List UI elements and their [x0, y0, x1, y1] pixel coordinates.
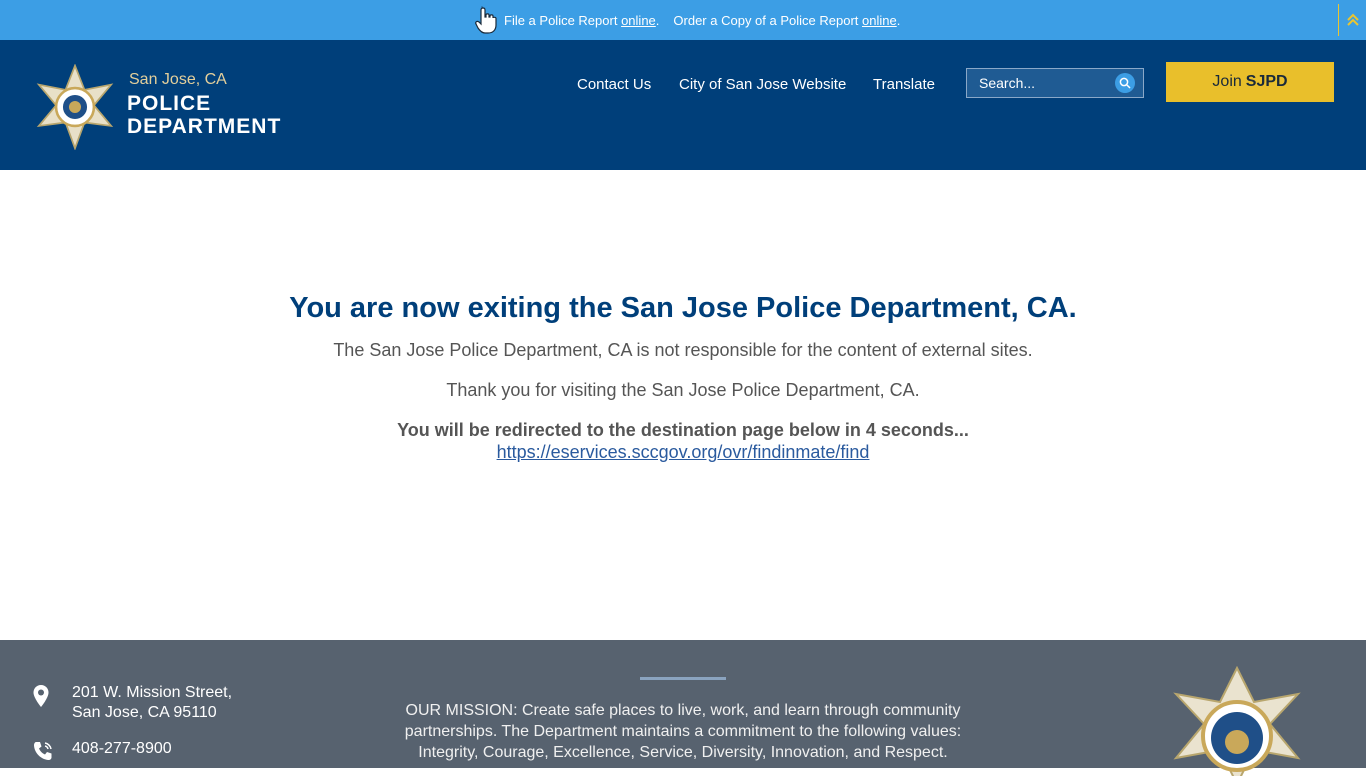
alert-text-file-report: File a Police Report	[504, 12, 618, 28]
nav-city-website[interactable]: City of San Jose Website	[679, 75, 846, 95]
join-label: Join	[1212, 73, 1242, 90]
collapse-alert-button[interactable]	[1338, 4, 1366, 36]
site-footer: 201 W. Mission Street, San Jose, CA 9511…	[0, 640, 1366, 776]
police-star-badge-icon	[36, 64, 114, 150]
search-button[interactable]	[1115, 73, 1135, 93]
alert-period-1: .	[655, 12, 660, 28]
address-line1: 201 W. Mission Street,	[72, 684, 233, 701]
footer-divider	[640, 677, 726, 680]
mission-statement: OUR MISSION: Create safe places to live,…	[404, 702, 962, 761]
logo-title-line2: DEPARTMENT	[127, 115, 282, 138]
search-icon	[1119, 77, 1131, 89]
site-header: San Jose, CA POLICE DEPARTMENT Contact U…	[0, 40, 1366, 170]
alert-bar: File a Police Report online. Order a Cop…	[0, 0, 1366, 40]
logo-city: San Jose, CA	[129, 71, 227, 88]
file-report-online-link[interactable]: online	[621, 13, 656, 28]
destination-link-wrap: https://eservices.sccgov.org/ovr/findinm…	[0, 442, 1366, 463]
thanks-text: Thank you for visiting the San Jose Poli…	[446, 380, 920, 400]
police-badge-seal-icon	[1173, 666, 1301, 776]
redirect-notice: You will be redirected to the destinatio…	[397, 420, 969, 440]
logo-link[interactable]: San Jose, CA POLICE DEPARTMENT	[32, 62, 292, 152]
alert-content: File a Police Report online. Order a Cop…	[474, 6, 900, 34]
location-pin-icon	[33, 685, 49, 707]
page-title: You are now exiting the San Jose Police …	[289, 292, 1077, 324]
phone-number[interactable]: 408-277-8900	[72, 740, 172, 758]
search-input[interactable]	[967, 69, 1107, 97]
alert-text-order-report: Order a Copy of a Police Report	[673, 12, 859, 28]
double-chevron-up-icon	[1347, 13, 1359, 26]
pointing-hand-icon	[475, 6, 497, 34]
order-report-online-link[interactable]: online	[862, 13, 897, 28]
destination-link[interactable]: https://eservices.sccgov.org/ovr/findinm…	[497, 442, 870, 462]
alert-period-2: .	[896, 12, 901, 28]
main-content: You are now exiting the San Jose Police …	[0, 170, 1366, 640]
disclaimer-text: The San Jose Police Department, CA is no…	[333, 340, 1033, 360]
search-box	[966, 68, 1144, 98]
address-line2: San Jose, CA 95110	[72, 704, 217, 721]
phone-icon	[34, 742, 52, 760]
join-sjpd-button[interactable]: Join SJPD	[1166, 62, 1334, 102]
logo-title-line1: POLICE	[127, 92, 212, 115]
nav-contact-us[interactable]: Contact Us	[577, 75, 651, 95]
nav-translate[interactable]: Translate	[873, 75, 935, 95]
join-label-bold: SJPD	[1245, 73, 1288, 90]
